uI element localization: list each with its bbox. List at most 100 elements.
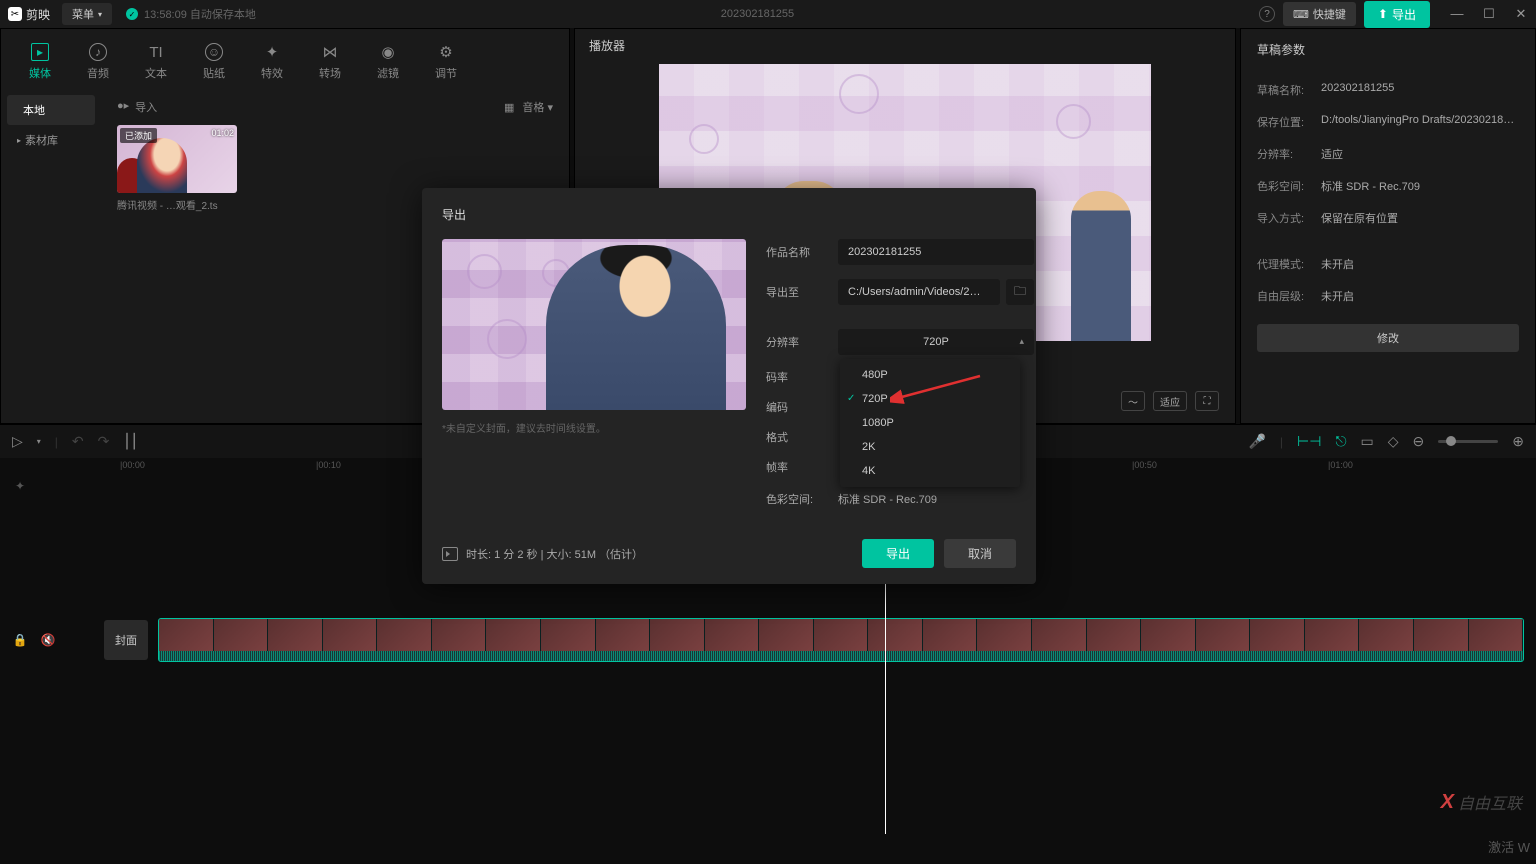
- logo-icon: ✂: [8, 7, 22, 21]
- draft-panel-title: 草稿参数: [1257, 41, 1519, 58]
- fullscreen-icon[interactable]: ⛶: [1195, 391, 1219, 411]
- activate-hint: 激活 W: [1488, 837, 1530, 856]
- transition-icon: ⋈: [321, 43, 339, 61]
- undo-icon[interactable]: ↶: [72, 433, 84, 450]
- prop-row: 色彩空间:标准 SDR - Rec.709: [1257, 170, 1519, 202]
- project-name: 202302181255: [256, 8, 1259, 20]
- lock-track-icon[interactable]: 🔒: [12, 633, 28, 647]
- link-icon[interactable]: ⎋: [1335, 433, 1346, 450]
- mute-track-icon[interactable]: 🔇: [40, 633, 56, 647]
- prop-row: 自由层级:未开启: [1257, 280, 1519, 312]
- dropdown-option-1080p[interactable]: 1080P: [840, 411, 1020, 435]
- prop-row: 草稿名称:202302181255: [1257, 74, 1519, 106]
- keyboard-icon: ⌨: [1293, 8, 1309, 21]
- maximize-button[interactable]: ☐: [1482, 6, 1496, 22]
- color-label: 色彩空间:: [766, 491, 838, 507]
- dropdown-option-2k[interactable]: 2K: [840, 435, 1020, 459]
- export-button[interactable]: ⬆ 导出: [1364, 1, 1430, 28]
- sort-dropdown[interactable]: 音格 ▾: [522, 99, 553, 115]
- dropdown-option-480p[interactable]: 480P: [840, 363, 1020, 387]
- cover-hint: *未自定义封面，建议去时间线设置。: [442, 420, 746, 435]
- video-clip[interactable]: 腾讯视频 - 中国领先的在线视频媒体平台,海量高清视频在线观看_2.ts 00:…: [158, 618, 1524, 662]
- color-value: 标准 SDR - Rec.709: [838, 491, 1034, 507]
- zoom-slider[interactable]: [1438, 440, 1498, 443]
- tab-adjust[interactable]: ⚙调节: [419, 37, 473, 87]
- name-label: 作品名称: [766, 244, 838, 260]
- scope-icon[interactable]: 〜: [1121, 391, 1145, 411]
- export-info: 时长: 1 分 2 秒 | 大小: 51M （估计）: [466, 546, 643, 562]
- media-item[interactable]: 已添加 01:02 腾讯视频 - …观看_2.ts: [117, 125, 237, 212]
- video-icon: [442, 547, 458, 561]
- import-button[interactable]: ●▸ 导入: [117, 99, 157, 115]
- bitrate-label: 码率: [766, 369, 838, 385]
- export-confirm-button[interactable]: 导出: [862, 539, 934, 568]
- mic-icon[interactable]: 🎤: [1248, 433, 1265, 450]
- prop-row: 导入方式:保留在原有位置: [1257, 202, 1519, 234]
- marker-icon[interactable]: ◇: [1388, 433, 1399, 450]
- effect-icon: ✦: [263, 43, 281, 61]
- upload-icon: ⬆: [1378, 7, 1388, 21]
- name-input[interactable]: [838, 239, 1034, 265]
- added-badge: 已添加: [120, 128, 157, 143]
- tab-transition[interactable]: ⋈转场: [303, 37, 357, 87]
- chevron-down-icon[interactable]: ▾: [37, 437, 41, 446]
- filter-icon: ◉: [379, 43, 397, 61]
- cover-preview[interactable]: [442, 239, 746, 410]
- tab-audio[interactable]: ♪音频: [71, 37, 125, 87]
- modify-button[interactable]: 修改: [1257, 324, 1519, 352]
- sidebar-item-library[interactable]: ▸素材库: [1, 125, 101, 155]
- tab-media[interactable]: ▸媒体: [13, 37, 67, 87]
- dropdown-option-720p[interactable]: 720P: [840, 387, 1020, 411]
- media-icon: ▸: [31, 43, 49, 61]
- sidebar-item-local[interactable]: 本地: [7, 95, 95, 125]
- tab-effect[interactable]: ✦特效: [245, 37, 299, 87]
- grid-view-icon[interactable]: ▦: [504, 101, 514, 114]
- prop-row: 代理模式:未开启: [1257, 248, 1519, 280]
- zoom-in-icon[interactable]: ⊕: [1512, 433, 1524, 450]
- prop-row: 分辨率:适应: [1257, 138, 1519, 170]
- path-input[interactable]: [838, 279, 1000, 305]
- audio-icon: ♪: [89, 43, 107, 61]
- app-name: 剪映: [26, 6, 50, 23]
- chevron-right-icon: ▸: [17, 136, 21, 145]
- menu-button[interactable]: 菜单▾: [62, 3, 112, 25]
- tab-sticker[interactable]: ☺贴纸: [187, 37, 241, 87]
- shortcut-button[interactable]: ⌨ 快捷键: [1283, 2, 1356, 26]
- browse-button[interactable]: 🗀: [1006, 279, 1034, 305]
- preview-title: 播放器: [589, 37, 1221, 54]
- folder-icon: 🗀: [1014, 282, 1026, 303]
- media-thumbnail[interactable]: 已添加 01:02: [117, 125, 237, 193]
- check-icon: ✓: [126, 8, 138, 20]
- adjust-icon: ⚙: [437, 43, 455, 61]
- fps-label: 帧率: [766, 459, 838, 475]
- preview-icon[interactable]: ▭: [1361, 433, 1374, 450]
- sticker-icon: ☺: [205, 43, 223, 61]
- magnet-icon[interactable]: ⊢⊣: [1297, 433, 1321, 450]
- minimize-button[interactable]: —: [1450, 6, 1464, 22]
- app-logo: ✂ 剪映: [8, 6, 50, 23]
- cancel-button[interactable]: 取消: [944, 539, 1016, 568]
- resolution-dropdown: 480P 720P 1080P 2K 4K: [840, 359, 1020, 487]
- cover-button[interactable]: 封面: [104, 620, 148, 660]
- redo-icon[interactable]: ↷: [98, 433, 110, 450]
- resolution-select[interactable]: 720P: [838, 329, 1034, 355]
- media-filename: 腾讯视频 - …观看_2.ts: [117, 197, 237, 212]
- fit-button[interactable]: 适应: [1153, 391, 1187, 411]
- duration-label: 01:02: [211, 128, 234, 138]
- tab-text[interactable]: TI文本: [129, 37, 183, 87]
- close-button[interactable]: ✕: [1514, 6, 1528, 22]
- dropdown-option-4k[interactable]: 4K: [840, 459, 1020, 483]
- zoom-out-icon[interactable]: ⊖: [1413, 433, 1425, 450]
- prop-row: 保存位置:D:/tools/JianyingPro Drafts/2023021…: [1257, 106, 1519, 138]
- effect-track-icon[interactable]: ✦: [12, 479, 28, 493]
- watermark: X 自由互联: [1441, 790, 1522, 814]
- pointer-tool[interactable]: ▷: [12, 433, 23, 450]
- modal-title: 导出: [442, 206, 1016, 223]
- autosave-status: ✓ 13:58:09 自动保存本地: [126, 6, 256, 22]
- tab-filter[interactable]: ◉滤镜: [361, 37, 415, 87]
- encode-label: 编码: [766, 399, 838, 415]
- text-icon: TI: [147, 43, 165, 61]
- split-tool[interactable]: ⎮⎮: [123, 433, 138, 450]
- help-icon[interactable]: ?: [1259, 6, 1275, 22]
- resolution-label: 分辨率: [766, 334, 838, 350]
